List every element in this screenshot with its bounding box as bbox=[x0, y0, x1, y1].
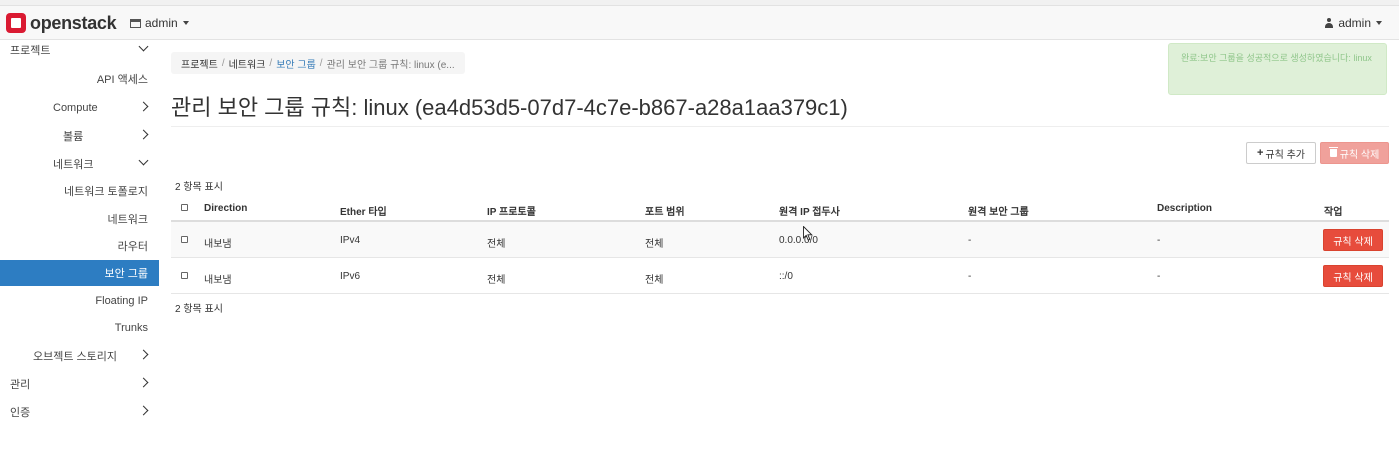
user-menu[interactable]: admin bbox=[1324, 16, 1382, 30]
openstack-logo-icon bbox=[6, 13, 26, 33]
sidebar-item-label: 보안 그룹 bbox=[104, 268, 148, 280]
breadcrumb-separator: / bbox=[221, 57, 225, 69]
sidebar-item-networks[interactable]: 네트워크 bbox=[0, 206, 159, 232]
sidebar-item-label: Trunks bbox=[114, 322, 148, 334]
row-checkbox[interactable] bbox=[181, 272, 188, 279]
header-ether-type[interactable]: Ether 타입 bbox=[340, 203, 387, 218]
sidebar-item-admin[interactable]: 관리 bbox=[0, 371, 159, 397]
sidebar-item-label: 볼륨 bbox=[63, 131, 84, 143]
header-direction[interactable]: Direction bbox=[204, 203, 247, 214]
delete-rule-button[interactable]: 규칙 삭제 bbox=[1323, 265, 1383, 287]
sidebar-item-label: 관리 bbox=[10, 379, 31, 391]
delete-rule-button[interactable]: 규칙 삭제 bbox=[1323, 229, 1383, 251]
cell-description: - bbox=[1157, 271, 1161, 282]
sidebar-item-compute[interactable]: Compute bbox=[0, 95, 159, 121]
chevron-down-icon bbox=[138, 41, 149, 52]
plus-icon: + bbox=[1256, 147, 1264, 159]
sidebar-item-trunks[interactable]: Trunks bbox=[0, 315, 159, 341]
user-name: admin bbox=[1338, 16, 1371, 30]
user-icon bbox=[1324, 18, 1334, 28]
project-icon bbox=[130, 18, 141, 28]
sidebar-item-label: 라우터 bbox=[117, 241, 148, 253]
sidebar-item-label: Floating IP bbox=[95, 295, 148, 307]
item-count-top: 2 항목 표시 bbox=[175, 182, 223, 193]
sidebar-item-label: 인증 bbox=[10, 407, 31, 419]
cell-port-range: 전체 bbox=[645, 275, 664, 286]
chevron-right-icon bbox=[138, 377, 149, 388]
top-navbar: openstack admin admin bbox=[0, 6, 1399, 40]
sidebar-item-api-access[interactable]: API 액세스 bbox=[0, 66, 159, 92]
breadcrumb-current: 관리 보안 그룹 규칙: linux (e... bbox=[326, 59, 455, 71]
sidebar-item-identity[interactable]: 인증 bbox=[0, 399, 159, 425]
cell-ether-type: IPv4 bbox=[340, 235, 361, 246]
header-description[interactable]: Description bbox=[1157, 203, 1212, 214]
sidebar-item-label: Compute bbox=[53, 102, 98, 114]
chevron-down-icon bbox=[138, 155, 149, 166]
cell-ip-protocol: 전체 bbox=[487, 275, 506, 286]
sidebar-item-routers[interactable]: 라우터 bbox=[0, 233, 159, 259]
sidebar-item-label: 프로젝트 bbox=[10, 45, 51, 57]
rules-table: Direction Ether 타입 IP 프로토콜 포트 범위 원격 IP 접… bbox=[171, 194, 1389, 294]
sidebar: 프로젝트 API 액세스 Compute 볼륨 네트워크 네트워크 토폴로지 네… bbox=[0, 40, 159, 472]
cell-remote-ip-prefix: ::/0 bbox=[779, 271, 793, 282]
success-toast[interactable]: 완료:보안 그룹을 성공적으로 생성하였습니다: linux bbox=[1168, 43, 1387, 95]
breadcrumb-separator: / bbox=[319, 57, 323, 69]
add-rule-label: 규칙 추가 bbox=[1265, 149, 1306, 161]
sidebar-item-network[interactable]: 네트워크 bbox=[0, 151, 159, 177]
cell-direction: 내보냄 bbox=[204, 275, 232, 286]
sidebar-item-label: 네트워크 bbox=[107, 214, 148, 226]
header-ip-protocol[interactable]: IP 프로토콜 bbox=[487, 203, 536, 218]
sidebar-item-security-groups[interactable]: 보안 그룹 bbox=[0, 260, 159, 286]
sidebar-item-floating-ip[interactable]: Floating IP bbox=[0, 288, 159, 314]
item-count-bottom: 2 항목 표시 bbox=[175, 304, 223, 315]
header-actions: 작업 bbox=[1324, 207, 1343, 218]
select-all-checkbox[interactable] bbox=[181, 204, 188, 211]
sidebar-item-label: 네트워크 bbox=[53, 159, 94, 171]
page-title: 관리 보안 그룹 규칙: linux (ea4d53d5-07d7-4c7e-b… bbox=[171, 95, 848, 120]
breadcrumb: 프로젝트 / 네트워크 / 보안 그룹 / 관리 보안 그룹 규칙: linux… bbox=[171, 52, 465, 74]
header-remote-ip-prefix[interactable]: 원격 IP 접두사 bbox=[779, 203, 840, 218]
trash-icon bbox=[1328, 147, 1338, 157]
table-row: 내보냄 IPv6 전체 전체 ::/0 - - 규칙 삭제 bbox=[171, 258, 1389, 294]
breadcrumb-separator: / bbox=[269, 57, 273, 69]
toast-message: 완료:보안 그룹을 성공적으로 생성하였습니다: linux bbox=[1181, 53, 1372, 63]
cell-remote-security-group: - bbox=[968, 271, 972, 282]
cell-ip-protocol: 전체 bbox=[487, 239, 506, 250]
sidebar-item-label: 네트워크 토폴로지 bbox=[63, 186, 148, 198]
sidebar-item-project[interactable]: 프로젝트 bbox=[0, 37, 159, 63]
breadcrumb-network: 네트워크 bbox=[228, 59, 266, 71]
cell-description: - bbox=[1157, 235, 1161, 246]
main-content: 프로젝트 / 네트워크 / 보안 그룹 / 관리 보안 그룹 규칙: linux… bbox=[159, 40, 1399, 472]
cell-port-range: 전체 bbox=[645, 239, 664, 250]
title-divider bbox=[171, 126, 1389, 127]
chevron-right-icon bbox=[138, 129, 149, 140]
cell-direction: 내보냄 bbox=[204, 239, 232, 250]
breadcrumb-project: 프로젝트 bbox=[181, 59, 218, 71]
cell-ether-type: IPv6 bbox=[340, 271, 361, 282]
caret-down-icon bbox=[1376, 21, 1382, 25]
sidebar-item-object-storage[interactable]: 오브젝트 스토리지 bbox=[0, 343, 159, 369]
sidebar-item-label: 오브젝트 스토리지 bbox=[33, 351, 118, 363]
brand-name: openstack bbox=[30, 12, 117, 33]
chevron-right-icon bbox=[138, 101, 149, 112]
project-selector[interactable]: admin bbox=[130, 16, 189, 30]
project-name: admin bbox=[145, 16, 178, 30]
chevron-right-icon bbox=[138, 349, 149, 360]
openstack-logo[interactable]: openstack bbox=[6, 12, 117, 34]
delete-rules-label: 규칙 삭제 bbox=[1339, 149, 1380, 161]
table-row: 내보냄 IPv4 전체 전체 0.0.0.0/0 - - 규칙 삭제 bbox=[171, 222, 1389, 258]
sidebar-item-volume[interactable]: 볼륨 bbox=[0, 123, 159, 149]
delete-rules-button[interactable]: 규칙 삭제 bbox=[1320, 142, 1389, 164]
header-port-range[interactable]: 포트 범위 bbox=[645, 203, 685, 218]
table-header: Direction Ether 타입 IP 프로토콜 포트 범위 원격 IP 접… bbox=[171, 194, 1389, 222]
breadcrumb-security-groups-link[interactable]: 보안 그룹 bbox=[276, 56, 316, 71]
row-checkbox[interactable] bbox=[181, 236, 188, 243]
chevron-right-icon bbox=[138, 405, 149, 416]
cell-remote-security-group: - bbox=[968, 235, 972, 246]
sidebar-item-label: API 액세스 bbox=[96, 74, 148, 86]
sidebar-item-network-topology[interactable]: 네트워크 토폴로지 bbox=[0, 178, 159, 204]
add-rule-button[interactable]: + 규칙 추가 bbox=[1246, 142, 1316, 164]
caret-down-icon bbox=[182, 21, 189, 25]
header-remote-security-group[interactable]: 원격 보안 그룹 bbox=[968, 203, 1029, 218]
